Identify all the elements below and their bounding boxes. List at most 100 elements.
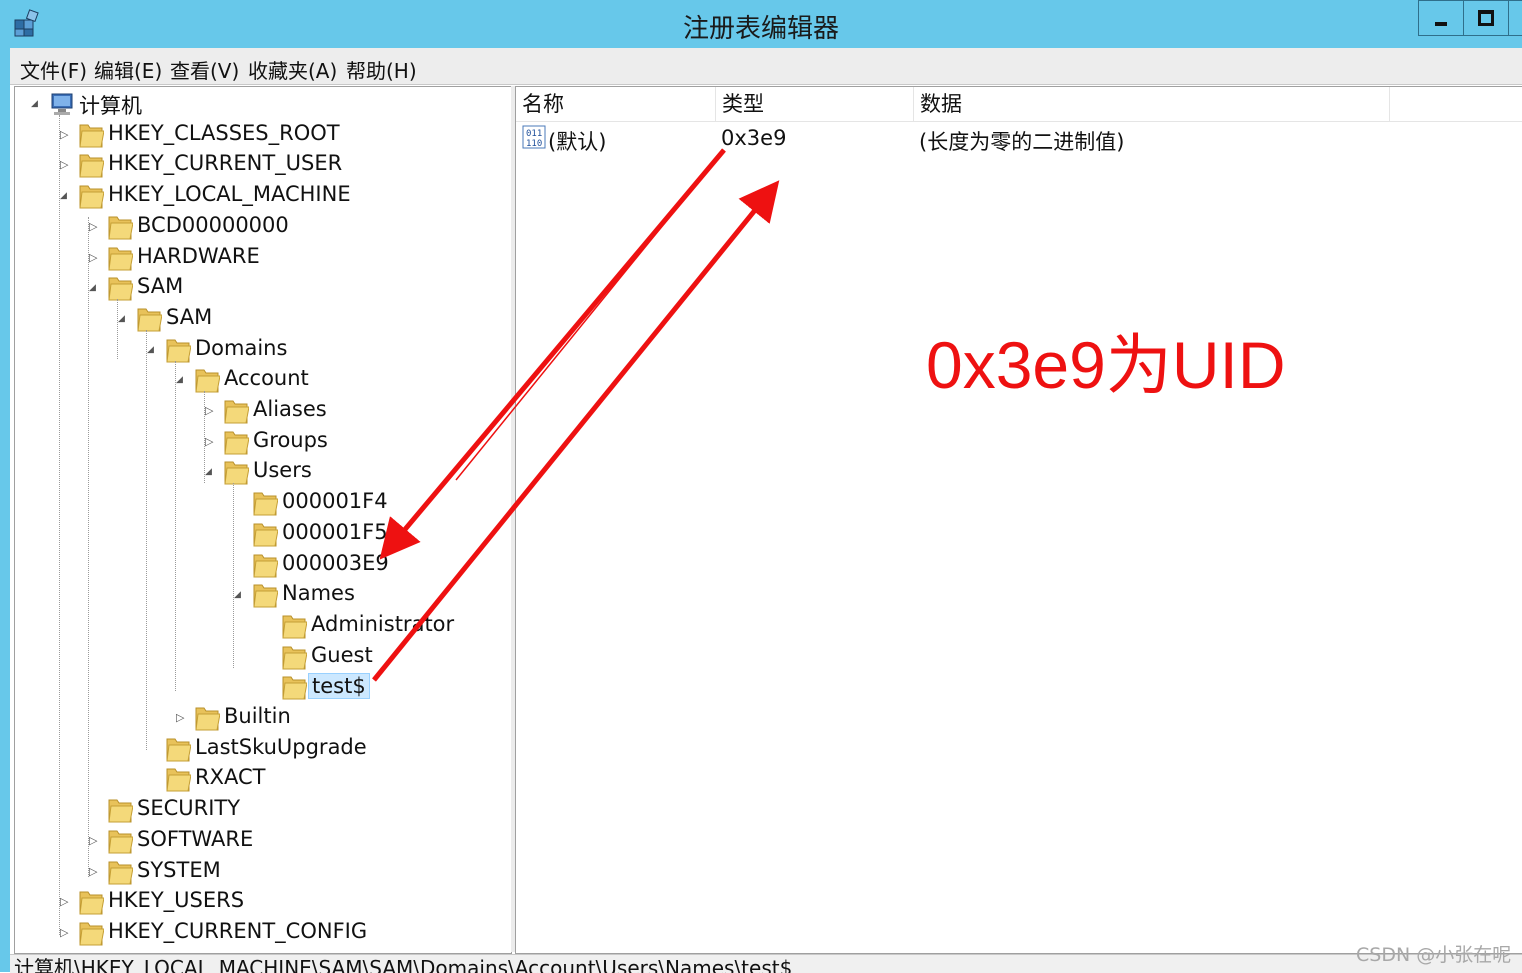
- expand-icon[interactable]: ▷: [60, 895, 72, 909]
- tree-node-label: 000001F5: [282, 519, 388, 544]
- tree-connector: [233, 483, 234, 668]
- tree-node-label: SYSTEM: [137, 857, 221, 882]
- expand-icon[interactable]: ▷: [176, 711, 188, 725]
- watermark: CSDN @小张在呢: [1356, 944, 1512, 966]
- tree-node-label: 000003E9: [282, 550, 389, 575]
- tree-node-label: HKEY_CURRENT_CONFIG: [108, 918, 368, 943]
- folder-icon: [252, 520, 279, 552]
- tree-node-label: HKEY_LOCAL_MACHINE: [108, 182, 351, 207]
- folder-icon: [223, 458, 250, 490]
- collapse-icon[interactable]: ◢: [234, 588, 246, 602]
- folder-icon: [194, 366, 221, 398]
- tree-node-label: SOFTWARE: [137, 826, 254, 851]
- collapse-icon[interactable]: ◢: [118, 312, 130, 326]
- tree-node-label: Account: [224, 366, 309, 391]
- maximize-button[interactable]: [1463, 0, 1509, 36]
- svg-text:011: 011: [526, 129, 542, 139]
- window-title: 注册表编辑器: [682, 14, 839, 44]
- minimize-icon: [1435, 22, 1447, 26]
- status-bar: 计算机\HKEY_LOCAL_MACHINE\SAM\SAM\Domains\A…: [10, 954, 1522, 973]
- status-path: 计算机\HKEY_LOCAL_MACHINE\SAM\SAM\Domains\A…: [14, 956, 793, 973]
- tree-node-label: RXACT: [195, 765, 266, 790]
- collapse-icon[interactable]: ◢: [176, 373, 188, 387]
- tree-node-label: Builtin: [224, 704, 291, 728]
- tree-node-label: HARDWARE: [137, 243, 260, 268]
- tree-node-label: Groups: [253, 427, 328, 452]
- tree-connector: [175, 361, 176, 691]
- tree-connector: [204, 391, 205, 483]
- tree-connector: [146, 330, 147, 750]
- expand-icon[interactable]: ▷: [89, 865, 101, 879]
- tree-node-label: SAM: [137, 274, 184, 299]
- collapse-icon[interactable]: ◢: [205, 465, 217, 479]
- uid-annotation: 0x3e9为UID: [926, 328, 1286, 402]
- tree-node-label: LastSkuUpgrade: [195, 734, 367, 759]
- expand-icon[interactable]: ▷: [60, 926, 72, 940]
- column-header-name[interactable]: 名称: [516, 87, 716, 121]
- collapse-icon[interactable]: ◢: [89, 281, 101, 295]
- expand-icon[interactable]: ▷: [205, 404, 217, 418]
- folder-icon: [252, 581, 279, 613]
- column-header-type[interactable]: 类型: [716, 87, 914, 121]
- tree-node-label: Administrator: [311, 611, 455, 636]
- minimize-button[interactable]: [1418, 0, 1464, 36]
- expand-icon[interactable]: ▷: [60, 158, 72, 172]
- collapse-icon[interactable]: ◢: [31, 97, 43, 111]
- maximize-icon: [1478, 10, 1494, 26]
- folder-icon: [194, 704, 221, 736]
- expand-icon[interactable]: ▷: [89, 220, 101, 234]
- tree-node-label: 计算机: [79, 94, 142, 118]
- folder-icon: [252, 551, 279, 583]
- expand-icon[interactable]: ▷: [60, 128, 72, 142]
- folder-icon: [78, 888, 105, 920]
- tree-node-label: Domains: [195, 335, 288, 360]
- tree-node-label: BCD00000000: [137, 212, 289, 237]
- folder-icon: [78, 919, 105, 951]
- folder-icon: [107, 244, 134, 276]
- registry-tree[interactable]: ◢ 计算机 ▷ HKEY_CLASSES_ROOT ▷ HKEY_CURRENT_USER…: [14, 86, 512, 954]
- menu-view[interactable]: 查看(V): [170, 55, 239, 84]
- folder-icon: [165, 735, 192, 767]
- folder-icon: [107, 858, 134, 890]
- binary-value-icon: 011 110: [522, 125, 546, 149]
- list-row[interactable]: 011 110 (默认) 0x3e9 (长度为零的二进制值): [516, 123, 1522, 155]
- menu-help[interactable]: 帮助(H): [346, 55, 417, 84]
- computer-icon: [49, 90, 75, 122]
- folder-icon: [223, 397, 250, 429]
- folder-icon: [78, 151, 105, 183]
- tree-node-label: test$: [308, 673, 370, 700]
- folder-icon: [136, 305, 163, 337]
- column-header-data[interactable]: 数据: [914, 87, 1390, 121]
- tree-node-label: 000001F4: [282, 489, 388, 514]
- folder-icon: [281, 612, 308, 644]
- close-button[interactable]: [1508, 0, 1522, 36]
- folder-icon: [78, 121, 105, 153]
- expand-icon[interactable]: ▷: [89, 251, 101, 265]
- tree-node-label: SAM: [166, 304, 213, 329]
- menu-edit[interactable]: 编辑(E): [94, 55, 162, 84]
- value-data: (长度为零的二进制值): [919, 130, 1125, 154]
- menu-file[interactable]: 文件(F): [20, 55, 87, 84]
- value-type: 0x3e9: [721, 126, 787, 150]
- folder-icon: [107, 213, 134, 245]
- value-name: (默认): [548, 130, 607, 154]
- folder-icon: [107, 274, 134, 306]
- folder-icon: [223, 428, 250, 460]
- tree-node-label: Aliases: [253, 397, 327, 421]
- title-bar: 注册表编辑器: [0, 0, 1522, 48]
- collapse-icon[interactable]: ◢: [60, 189, 72, 203]
- folder-icon: [281, 673, 308, 705]
- tree-node-label: Names: [282, 581, 355, 606]
- folder-icon: [107, 827, 134, 859]
- tree-connector: [88, 217, 89, 877]
- expand-icon[interactable]: ▷: [89, 834, 101, 848]
- tree-node-label: Guest: [311, 642, 373, 667]
- tree-node-label: SECURITY: [137, 796, 241, 821]
- value-list[interactable]: 名称 类型 数据 011 110 (默认) 0x3e9 (长度为零的二进制值): [515, 86, 1522, 954]
- folder-icon: [281, 643, 308, 675]
- folder-icon: [165, 765, 192, 797]
- menu-favorites[interactable]: 收藏夹(A): [248, 55, 337, 84]
- folder-icon: [252, 489, 279, 521]
- expand-icon[interactable]: ▷: [205, 435, 217, 449]
- collapse-icon[interactable]: ◢: [147, 343, 159, 357]
